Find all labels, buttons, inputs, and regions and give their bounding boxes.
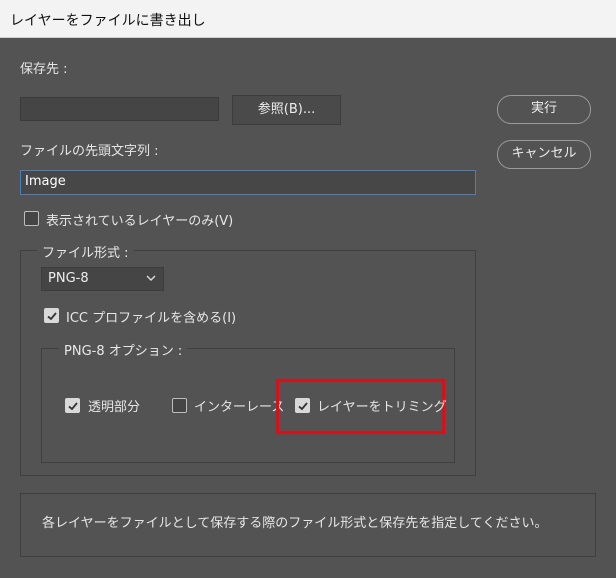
- destination-input[interactable]: [20, 97, 219, 121]
- icc-label: ICC プロファイルを含める(I): [66, 311, 237, 326]
- run-button[interactable]: 実行: [497, 95, 591, 124]
- file-format-legend: ファイル形式 :: [37, 242, 134, 261]
- window-title: レイヤーをファイルに書き出し: [10, 13, 206, 29]
- transparency-label: 透明部分: [88, 400, 141, 415]
- visible-only-checkbox[interactable]: [24, 211, 39, 226]
- icc-checkbox[interactable]: [44, 308, 59, 323]
- interlace-label: インターレース: [194, 400, 285, 415]
- trim-label: レイヤーをトリミング: [317, 400, 447, 415]
- chevron-down-icon: [146, 272, 156, 287]
- format-select-value: PNG-8: [48, 271, 89, 286]
- interlace-checkbox[interactable]: [172, 398, 187, 413]
- description-text: 各レイヤーをファイルとして保存する際のファイル形式と保存先を指定してください。: [42, 516, 548, 531]
- transparency-checkbox[interactable]: [65, 398, 80, 413]
- title-bar: レイヤーをファイルに書き出し: [0, 0, 616, 38]
- checkmark-icon: [68, 402, 78, 411]
- checkmark-icon: [298, 402, 308, 411]
- checkmark-icon: [47, 312, 57, 321]
- cancel-button[interactable]: キャンセル: [497, 140, 591, 169]
- format-select[interactable]: PNG-8: [41, 267, 164, 291]
- destination-label: 保存先 :: [20, 62, 68, 77]
- browse-button[interactable]: 参照(B)...: [232, 95, 341, 125]
- prefix-label: ファイルの先頭文字列 :: [20, 144, 159, 159]
- png8-options-legend: PNG-8 オプション :: [59, 340, 188, 359]
- visible-only-label: 表示されているレイヤーのみ(V): [46, 214, 234, 229]
- trim-checkbox[interactable]: [295, 398, 310, 413]
- prefix-input[interactable]: Image: [20, 170, 476, 195]
